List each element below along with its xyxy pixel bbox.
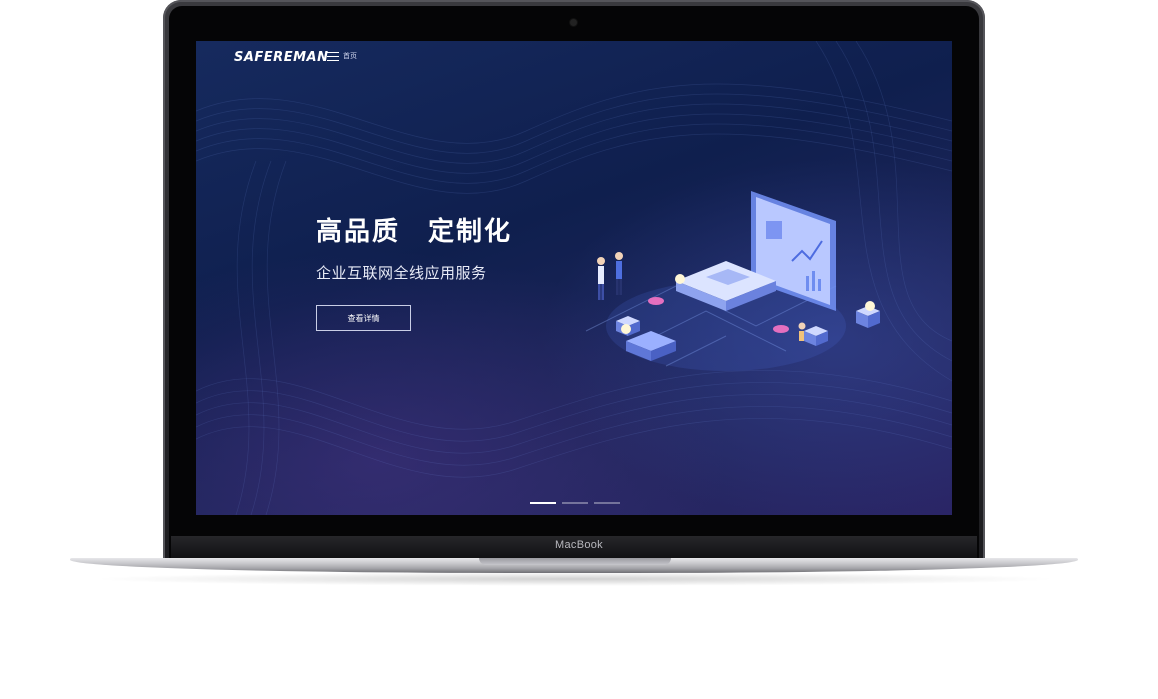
nav-home-link[interactable]: 首页 [343,51,357,61]
carousel-dot-2[interactable] [562,502,588,504]
carousel-dot-3[interactable] [594,502,620,504]
screen: SAFEREMAN 首页 高品质 定制化 企业互联网全线应用服务 查看详情 [196,41,952,515]
menu-icon[interactable] [327,52,339,62]
site-logo[interactable]: SAFEREMAN [234,50,328,65]
hero-title: 高品质 定制化 [316,217,513,247]
view-details-button[interactable]: 查看详情 [316,305,411,331]
isometric-illustration [585,191,880,371]
hero-subtitle: 企业互联网全线应用服务 [316,264,487,282]
carousel-dot-1[interactable] [530,502,556,504]
carousel-pager [530,502,620,504]
webcam-icon [570,19,577,26]
laptop-shadow [90,572,1060,586]
device-brand-label: MacBook [555,539,603,551]
laptop-base-notch [479,558,671,565]
